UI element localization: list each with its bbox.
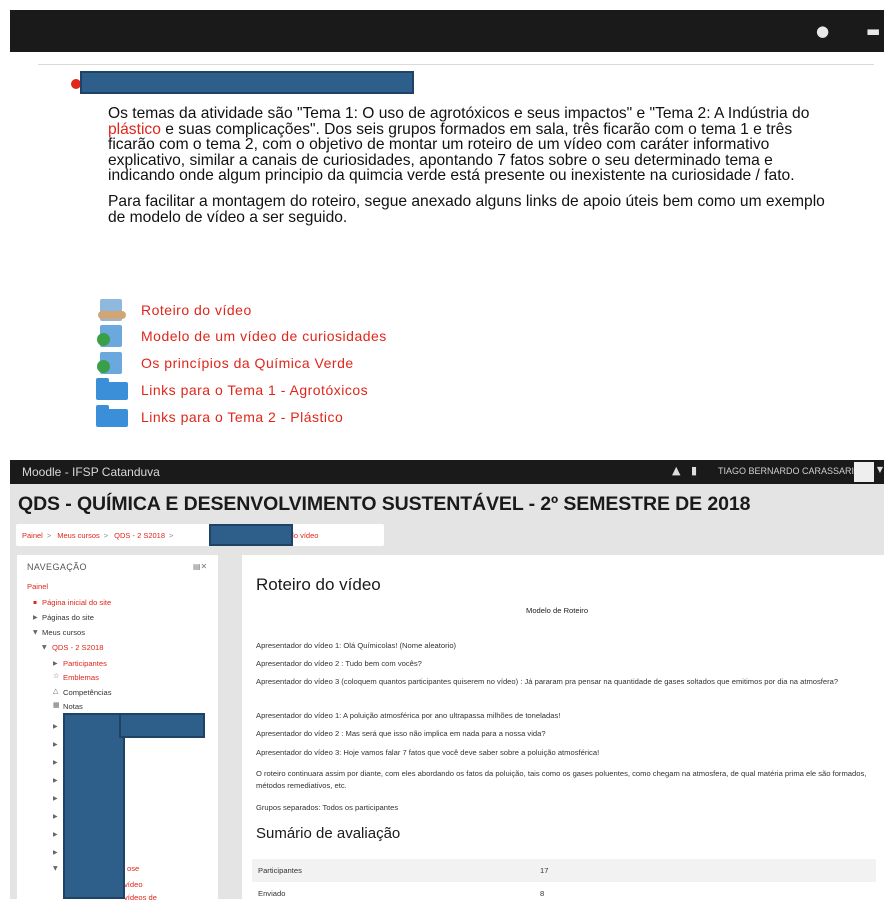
url-link-icon xyxy=(96,352,128,374)
user-name[interactable]: TIAGO BERNARDO CARASSARI xyxy=(718,466,854,476)
script-line: Apresentador do vídeo 2 : Tudo bem com v… xyxy=(256,659,422,668)
resource-link-principios[interactable]: Os princípios da Química Verde xyxy=(96,352,596,374)
nav-paginas-site[interactable]: Páginas do site xyxy=(42,613,94,622)
resource-link-tema2[interactable]: Links para o Tema 2 - Plástico xyxy=(96,405,596,428)
folder-icon xyxy=(96,378,128,401)
grades-icon: ▦ xyxy=(53,701,60,709)
expand-icon[interactable]: ▶ xyxy=(53,849,58,856)
nav-item-fragment[interactable]: vídeo xyxy=(124,880,143,889)
redaction-box xyxy=(80,71,414,94)
script-line: Apresentador do vídeo 3: Hoje vamos fala… xyxy=(256,748,600,757)
nav-item-fragment[interactable]: vídeos de xyxy=(124,893,157,902)
messages-icon[interactable]: ● xyxy=(816,22,829,40)
table-cell-value: 8 xyxy=(540,889,545,898)
table-row: Participantes 17 xyxy=(252,859,876,882)
description-paragraph: Para facilitar a montagem do roteiro, se… xyxy=(108,192,825,226)
top-navbar: ● ▬ xyxy=(10,10,884,52)
table-cell-label: Participantes xyxy=(258,866,302,875)
redaction-box xyxy=(63,713,125,899)
expand-icon[interactable]: ▶ xyxy=(53,777,58,784)
redaction-box xyxy=(209,524,293,546)
messages-icon[interactable]: ▮ xyxy=(691,464,697,477)
breadcrumb: Painel> Meus cursos> QDS - 2 S2018> Rote… xyxy=(16,524,384,546)
moodle-navbar: Moodle - IFSP Catanduva ▲ ▮ TIAGO BERNAR… xyxy=(10,460,884,484)
expand-icon[interactable]: ▶ xyxy=(53,813,58,820)
table-cell-value: 17 xyxy=(540,866,549,875)
chevron-down-icon[interactable]: ▼ xyxy=(877,465,883,474)
collapse-icon[interactable]: ▼ xyxy=(42,644,47,651)
expand-icon[interactable]: ▶ xyxy=(53,741,58,748)
breadcrumb-item[interactable]: Meus cursos xyxy=(57,531,100,540)
collapse-icon[interactable]: ▼ xyxy=(33,629,38,636)
course-title: QDS - QUÍMICA E DESENVOLVIMENTO SUSTENTÁ… xyxy=(18,493,751,515)
block-controls-icon[interactable]: ▤✕ xyxy=(193,562,207,571)
assignment-icon xyxy=(96,299,128,321)
highlighted-word: plástico xyxy=(108,120,161,138)
avatar[interactable] xyxy=(854,462,874,482)
nav-meus-cursos[interactable]: Meus cursos xyxy=(42,628,85,637)
notifications-icon[interactable]: ▲ xyxy=(672,464,680,477)
nav-painel[interactable]: Painel xyxy=(27,582,48,591)
divider xyxy=(38,64,874,65)
table-row: Enviado 8 xyxy=(252,882,876,905)
model-title: Modelo de Roteiro xyxy=(526,606,589,615)
expand-icon[interactable]: ▶ xyxy=(53,660,58,667)
breadcrumb-item[interactable]: Painel xyxy=(22,531,43,540)
competencies-icon: △ xyxy=(53,687,59,695)
folder-icon xyxy=(96,405,128,428)
expand-icon[interactable]: ▶ xyxy=(53,723,58,730)
page-title: Roteiro do vídeo xyxy=(256,575,381,594)
expand-icon[interactable]: ▶ xyxy=(53,759,58,766)
redaction-box xyxy=(119,713,205,738)
navigation-title: NAVEGAÇÃO xyxy=(27,562,87,572)
nav-participantes[interactable]: Participantes xyxy=(63,659,107,668)
script-line: Apresentador do vídeo 3 (coloquem quanto… xyxy=(256,677,839,686)
resource-link-modelo[interactable]: Modelo de um vídeo de curiosidades xyxy=(96,325,596,347)
bullet-icon: ▪ xyxy=(33,599,38,606)
summary-heading: Sumário de avaliação xyxy=(256,825,401,842)
expand-icon[interactable]: ▶ xyxy=(33,614,38,621)
notifications-icon[interactable]: ▬ xyxy=(866,22,880,40)
nav-emblemas[interactable]: Emblemas xyxy=(63,673,99,682)
site-name[interactable]: Moodle - IFSP Catanduva xyxy=(22,465,160,479)
url-link-icon xyxy=(96,325,128,347)
script-line: Apresentador do vídeo 1: Olá Químicolas!… xyxy=(256,641,457,650)
nav-curso[interactable]: QDS - 2 S2018 xyxy=(52,643,104,652)
resource-link-tema1[interactable]: Links para o Tema 1 - Agrotóxicos xyxy=(96,378,596,401)
nav-item-fragment[interactable]: ose xyxy=(127,864,139,873)
script-line: O roteiro continuara assim por diante, c… xyxy=(256,769,867,790)
table-cell-label: Enviado xyxy=(258,889,286,898)
badge-icon: ☆ xyxy=(53,672,60,680)
group-mode-line: Grupos separados: Todos os participantes xyxy=(256,803,399,812)
nav-pagina-inicial[interactable]: Página inicial do site xyxy=(42,598,111,607)
breadcrumb-item[interactable]: QDS - 2 S2018 xyxy=(114,531,165,540)
expand-icon[interactable]: ▶ xyxy=(53,831,58,838)
description-paragraph: Os temas da atividade são "Tema 1: O uso… xyxy=(108,105,810,185)
nav-competencias[interactable]: Competências xyxy=(63,688,112,697)
resource-link-roteiro[interactable]: Roteiro do vídeo xyxy=(96,299,596,321)
expand-icon[interactable]: ▶ xyxy=(53,795,58,802)
script-line: Apresentador do vídeo 1: A poluição atmo… xyxy=(256,711,561,720)
activity-description: Os temas da atividade são "Tema 1: O uso… xyxy=(108,106,838,235)
collapse-icon[interactable]: ▼ xyxy=(53,865,58,872)
script-line: Apresentador do vídeo 2 : Mas será que i… xyxy=(256,729,546,738)
nav-notas[interactable]: Notas xyxy=(63,702,83,711)
